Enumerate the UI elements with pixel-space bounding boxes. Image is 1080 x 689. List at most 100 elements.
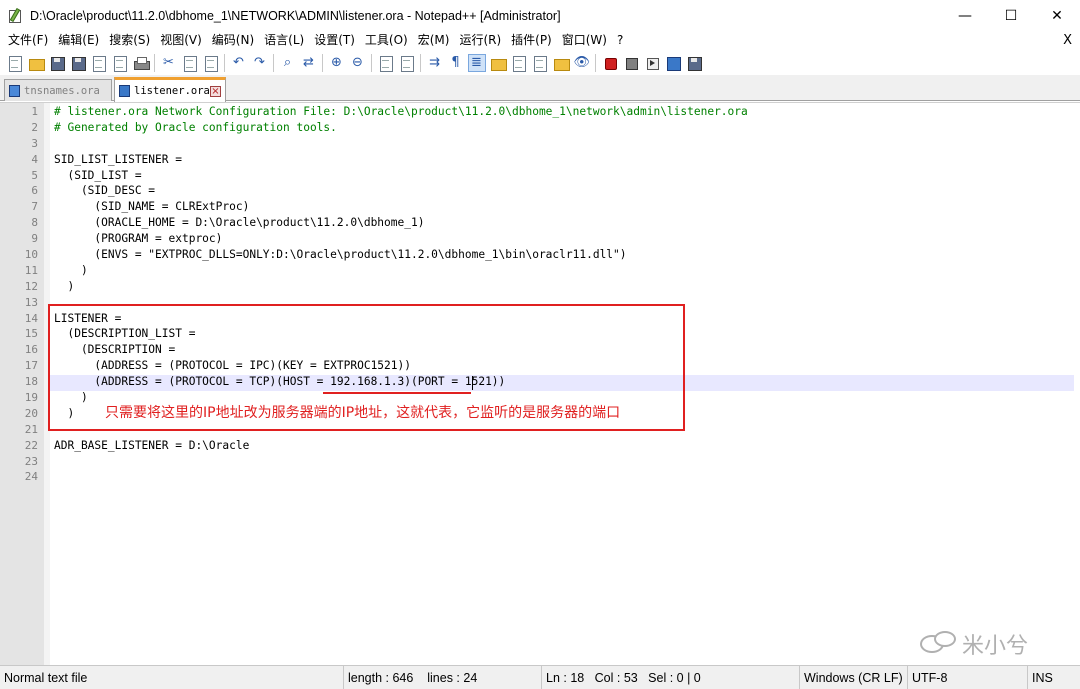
save-all-icon[interactable] [70, 55, 86, 71]
toolbar: ✂ ↶ ↷ ⌕ ⇄ ⊕ ⊖ ⇉ ¶ ≣ 👁 [0, 50, 1080, 75]
replace-icon[interactable]: ⇄ [301, 55, 317, 71]
show-all-chars-icon[interactable]: ¶ [448, 55, 464, 71]
status-file-type: Normal text file [0, 666, 344, 689]
line-numbers: 1 2 3 4 5 6 7 8 9 10 11 12 13 14 15 16 1… [0, 104, 38, 485]
menu-macro[interactable]: 宏(M) [414, 31, 454, 50]
code-line: ADR_BASE_LISTENER = D:\Oracle [54, 438, 250, 452]
menu-file[interactable]: 文件(F) [4, 31, 52, 50]
menu-run[interactable]: 运行(R) [455, 31, 505, 50]
watermark: 米小兮 [920, 628, 1028, 660]
status-line: Ln : 18 [546, 671, 585, 685]
code-line: (PROGRAM = extproc) [54, 232, 223, 246]
code-line: (SID_NAME = CLRExtProc) [54, 200, 250, 214]
menu-plugins[interactable]: 插件(P) [507, 31, 556, 50]
indent-guide-icon[interactable]: ≣ [467, 53, 486, 72]
notepadpp-app-icon[interactable] [8, 7, 24, 24]
line-number: 2 [31, 120, 38, 134]
sync-horizontal-icon[interactable] [399, 55, 415, 72]
copy-icon[interactable] [182, 55, 198, 72]
save-macro-icon[interactable] [686, 55, 702, 71]
line-number: 10 [24, 248, 38, 262]
close-tab-icon[interactable]: × [210, 85, 221, 97]
maximize-button[interactable]: ☐ [988, 0, 1034, 31]
status-length: length : 646 [348, 671, 414, 685]
menu-window[interactable]: 窗口(W) [558, 31, 611, 50]
status-eol[interactable]: Windows (CR LF) [800, 666, 908, 689]
menu-edit[interactable]: 编辑(E) [54, 31, 103, 50]
redo-icon[interactable]: ↷ [252, 55, 268, 71]
line-number: 4 [31, 152, 38, 166]
run-macro-multiple-icon[interactable] [665, 55, 681, 71]
cut-icon[interactable]: ✂ [161, 55, 177, 71]
sync-vertical-icon[interactable] [378, 55, 394, 72]
code-line: SID_LIST_LISTENER = [54, 152, 182, 166]
code-line-comment: # listener.ora Network Configuration Fil… [54, 105, 748, 118]
save-icon[interactable] [49, 55, 65, 71]
close-all-icon[interactable] [112, 55, 128, 72]
monitoring-icon[interactable]: 👁 [574, 55, 591, 71]
line-number: 14 [24, 311, 38, 325]
open-file-icon[interactable] [28, 55, 45, 71]
line-number: 12 [24, 279, 38, 293]
stop-macro-icon[interactable] [623, 55, 639, 71]
line-number: 19 [24, 391, 38, 405]
window-title: D:\Oracle\product\11.2.0\dbhome_1\NETWOR… [30, 8, 561, 23]
file-icon [119, 85, 130, 97]
menu-help[interactable]: ? [613, 31, 627, 50]
new-file-icon[interactable] [7, 55, 23, 72]
code-line: (SID_LIST = [54, 168, 142, 182]
line-number: 18 [24, 375, 38, 389]
print-icon[interactable] [133, 55, 150, 71]
line-number: 21 [24, 422, 38, 436]
close-icon[interactable] [91, 55, 107, 72]
menu-settings[interactable]: 设置(T) [310, 31, 359, 50]
toolbar-separator [595, 53, 596, 72]
find-icon[interactable]: ⌕ [280, 55, 296, 71]
status-encoding[interactable]: UTF-8 [908, 666, 1028, 689]
doc-map-icon[interactable] [511, 55, 527, 72]
menu-tools[interactable]: 工具(O) [361, 31, 412, 50]
code-line-comment: # Generated by Oracle configuration tool… [54, 120, 337, 134]
line-number: 24 [24, 470, 38, 484]
menu-search[interactable]: 搜索(S) [105, 31, 154, 50]
user-lang-icon[interactable] [490, 55, 507, 71]
line-number: 3 [31, 136, 38, 150]
line-number: 13 [24, 295, 38, 309]
toolbar-separator [371, 53, 372, 72]
status-insert-mode[interactable]: INS [1028, 666, 1080, 689]
annotation-text: 只需要将这里的IP地址改为服务器端的IP地址，这就代表，它监听的是服务器的端口 [105, 405, 621, 421]
tab-listener[interactable]: listener.ora × [114, 77, 226, 102]
paste-icon[interactable] [203, 55, 219, 72]
line-number: 11 [24, 263, 38, 277]
minimize-button[interactable]: — [942, 0, 988, 31]
menu-language[interactable]: 语言(L) [260, 31, 308, 50]
line-number: 16 [24, 343, 38, 357]
status-col: Col : 53 [594, 671, 638, 685]
word-wrap-icon[interactable]: ⇉ [427, 55, 443, 71]
toolbar-separator [322, 53, 323, 72]
zoom-out-icon[interactable]: ⊖ [350, 55, 366, 71]
function-list-icon[interactable] [532, 55, 548, 72]
zoom-in-icon[interactable]: ⊕ [329, 55, 345, 71]
close-document-button[interactable]: X [1063, 31, 1072, 50]
tab-tnsnames[interactable]: tnsnames.ora [4, 79, 112, 101]
line-number: 15 [24, 327, 38, 341]
menu-view[interactable]: 视图(V) [156, 31, 206, 50]
play-macro-icon[interactable] [644, 55, 660, 71]
menu-bar: 文件(F) 编辑(E) 搜索(S) 视图(V) 编码(N) 语言(L) 设置(T… [0, 31, 1080, 50]
undo-icon[interactable]: ↶ [231, 55, 247, 71]
tab-bar: tnsnames.ora listener.ora × [0, 75, 1080, 102]
title-bar: D:\Oracle\product\11.2.0\dbhome_1\NETWOR… [0, 0, 1080, 31]
close-window-button[interactable]: ✕ [1034, 0, 1080, 31]
code-line: (ENVS = "EXTPROC_DLLS=ONLY:D:\Oracle\pro… [54, 248, 627, 262]
folder-workspace-icon[interactable] [553, 55, 570, 71]
record-macro-icon[interactable] [602, 55, 618, 71]
toolbar-separator [154, 53, 155, 72]
line-number: 20 [24, 406, 38, 420]
line-number: 5 [31, 168, 38, 182]
menu-encoding[interactable]: 编码(N) [208, 31, 258, 50]
toolbar-separator [420, 53, 421, 72]
tab-label: listener.ora [134, 85, 210, 97]
